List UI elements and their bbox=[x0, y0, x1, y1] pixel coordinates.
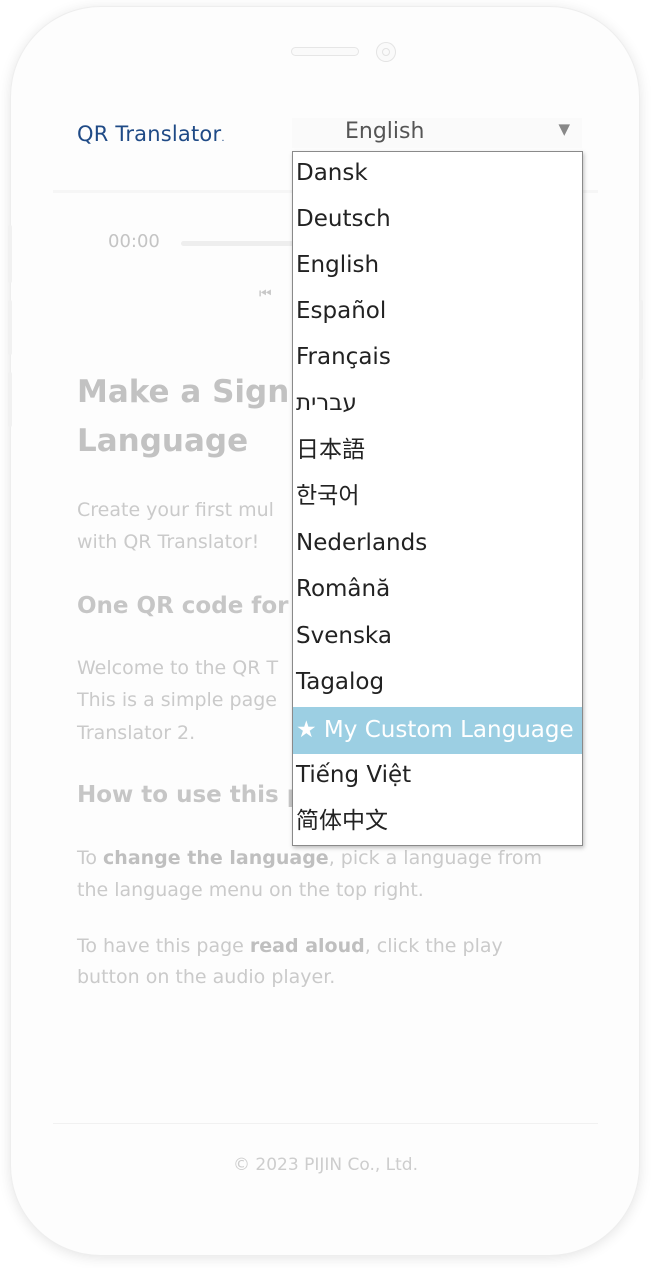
language-option[interactable]: English bbox=[293, 244, 582, 290]
phone-volume-up-button bbox=[8, 300, 12, 355]
phone-speaker bbox=[291, 47, 359, 56]
language-option[interactable]: 日本語 bbox=[293, 429, 582, 475]
chevron-down-icon: ▼ bbox=[558, 120, 570, 138]
intro-text-line-2: with QR Translator! bbox=[77, 531, 260, 553]
language-select-value: English bbox=[345, 119, 425, 144]
language-option[interactable]: 한국어 bbox=[293, 475, 582, 521]
how-to-language-text-line-1: To change the language, pick a language … bbox=[77, 847, 542, 869]
language-option[interactable]: Français bbox=[293, 336, 582, 382]
audio-progress-slider[interactable] bbox=[181, 241, 301, 246]
section-heading-how-to: How to use this p bbox=[77, 782, 304, 808]
language-option[interactable]: Română bbox=[293, 568, 582, 614]
page-title-line-1: Make a Sign S bbox=[77, 374, 323, 410]
skip-back-icon[interactable]: ⏮ bbox=[259, 286, 272, 302]
language-option[interactable]: עברית bbox=[293, 382, 582, 428]
language-option[interactable]: Deutsch bbox=[293, 198, 582, 244]
text-fragment: To have this page bbox=[77, 935, 250, 957]
how-to-language-text-line-2: the language menu on the top right. bbox=[77, 879, 424, 901]
section-heading-qr: One QR code for bbox=[77, 593, 289, 619]
language-option[interactable]: 简体中文 bbox=[293, 800, 582, 845]
language-option[interactable]: Español bbox=[293, 290, 582, 336]
logo-dot: . bbox=[221, 133, 225, 144]
phone-camera-icon bbox=[376, 42, 396, 62]
how-to-audio-text-line-1: To have this page read aloud, click the … bbox=[77, 935, 503, 957]
language-option[interactable]: Svenska bbox=[293, 615, 582, 661]
language-option[interactable]: Tiếng Việt bbox=[293, 754, 582, 800]
phone-power-button bbox=[639, 300, 643, 380]
language-option[interactable]: Nederlands bbox=[293, 522, 582, 568]
audio-current-time: 00:00 bbox=[108, 231, 160, 252]
language-dropdown-list: Dansk Deutsch English Español Français ע… bbox=[292, 151, 583, 846]
text-fragment: , pick a language from bbox=[328, 847, 543, 869]
intro-text-line-1: Create your first mul bbox=[77, 499, 274, 521]
bold-read-aloud: read aloud bbox=[249, 935, 365, 957]
footer-divider bbox=[53, 1123, 598, 1124]
phone-volume-down-button bbox=[8, 372, 12, 427]
language-select[interactable]: English ▼ bbox=[292, 118, 582, 148]
section-qr-text-line-1: Welcome to the QR T bbox=[77, 657, 279, 679]
section-qr-text-line-3: Translator 2. bbox=[77, 722, 196, 744]
text-fragment: To bbox=[77, 847, 104, 869]
language-option[interactable]: Tagalog bbox=[293, 661, 582, 707]
phone-side-button bbox=[8, 225, 12, 283]
page-title-line-2: Language bbox=[77, 423, 249, 459]
language-option-selected[interactable]: ★ My Custom Language bbox=[293, 707, 582, 754]
text-fragment: , click the play bbox=[364, 935, 503, 957]
how-to-audio-text-line-2: button on the audio player. bbox=[77, 966, 336, 988]
footer-copyright: © 2023 PIJIN Co., Ltd. bbox=[233, 1155, 418, 1175]
bold-change-language: change the language bbox=[103, 847, 329, 869]
section-qr-text-line-2: This is a simple page bbox=[77, 689, 277, 711]
app-logo[interactable]: QR Translator. bbox=[77, 122, 225, 146]
logo-text: QR Translator bbox=[77, 122, 222, 146]
language-option[interactable]: Dansk bbox=[293, 152, 582, 198]
